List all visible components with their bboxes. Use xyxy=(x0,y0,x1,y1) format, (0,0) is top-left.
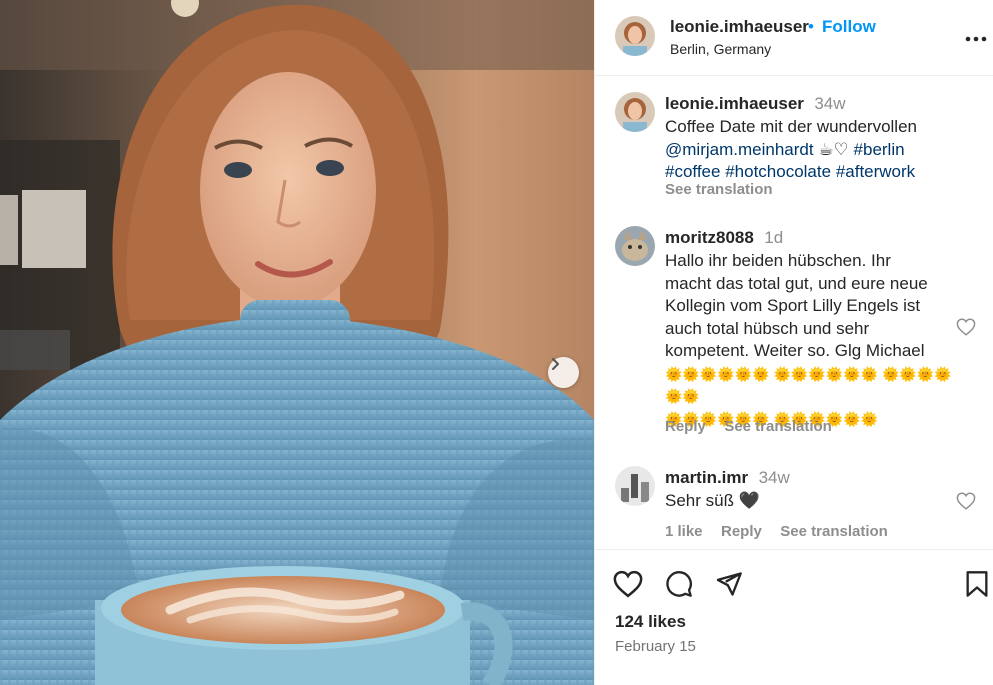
comment-line: macht das total gut, und eure neue xyxy=(665,273,928,293)
heart-icon xyxy=(613,570,643,598)
comment-icon xyxy=(666,571,692,597)
selfie-image xyxy=(0,0,594,685)
comment-like-button[interactable] xyxy=(956,318,976,341)
post-photo xyxy=(0,0,594,685)
caption-text: Coffee Date mit der wundervollen @mirjam… xyxy=(665,116,985,184)
comment-header: moritz8088 1d xyxy=(665,228,783,248)
comment-time[interactable]: 1d xyxy=(764,228,783,247)
heart-icon xyxy=(956,492,976,510)
caption-line: Coffee Date mit der wundervollen xyxy=(665,117,917,136)
comment-actions: 1 like Reply See translation xyxy=(665,523,888,541)
comments-list[interactable]: leonie.imhaeuser 34w Coffee Date mit der… xyxy=(595,77,993,549)
post-actions: 124 likes February 15 xyxy=(595,549,993,685)
avatar-image xyxy=(615,226,655,266)
comment-header: martin.imr 34w xyxy=(665,468,790,488)
see-translation-link[interactable]: See translation xyxy=(780,523,888,540)
heart-icon xyxy=(956,318,976,336)
comment-like-button[interactable] xyxy=(956,492,976,515)
comment-time[interactable]: 34w xyxy=(759,468,790,487)
post-side-panel: leonie.imhaeuser • Follow Berlin, German… xyxy=(594,0,993,685)
hashtag-link[interactable]: #hotchocolate xyxy=(725,162,831,181)
chevron-right-icon xyxy=(552,358,559,370)
post-header: leonie.imhaeuser • Follow Berlin, German… xyxy=(595,0,993,76)
comment-username[interactable]: moritz8088 xyxy=(665,228,754,247)
more-icon xyxy=(965,36,987,42)
caption-time[interactable]: 34w xyxy=(814,94,845,113)
mention-link[interactable]: @mirjam.meinhardt xyxy=(665,140,814,159)
reply-button[interactable]: Reply xyxy=(665,418,706,435)
post-location[interactable]: Berlin, Germany xyxy=(670,41,771,57)
reply-button[interactable]: Reply xyxy=(721,523,762,540)
commenter-avatar[interactable] xyxy=(615,226,655,266)
comment-line: auch total hübsch und sehr xyxy=(665,318,870,338)
comment-line: Kollegin vom Sport Lilly Engels ist xyxy=(665,296,921,315)
avatar-image xyxy=(615,466,655,506)
comment-likes-count[interactable]: 1 like xyxy=(665,523,703,540)
comment-text: Hallo ihr beiden hübschen. Ihr macht das… xyxy=(665,250,955,430)
caption-line: @mirjam.meinhardt ☕♡ #berlin xyxy=(665,139,985,162)
caption-emoji: ☕♡ xyxy=(818,139,849,159)
likes-count[interactable]: 124 likes xyxy=(615,612,686,632)
like-button[interactable] xyxy=(613,570,643,603)
separator-dot: • xyxy=(808,17,814,36)
avatar-image xyxy=(615,92,655,132)
caption-avatar[interactable] xyxy=(615,92,655,132)
post-date[interactable]: February 15 xyxy=(615,638,696,655)
share-icon xyxy=(716,572,742,596)
comment-button[interactable] xyxy=(665,570,693,603)
share-button[interactable] xyxy=(715,570,743,603)
comment-username[interactable]: martin.imr xyxy=(665,468,748,487)
comment-line: Hallo ihr beiden hübschen. Ihr xyxy=(665,251,891,270)
hashtag-link[interactable]: #berlin xyxy=(854,140,905,159)
caption-username[interactable]: leonie.imhaeuser xyxy=(665,94,804,113)
comment-text: Sehr süß 🖤 xyxy=(665,491,760,510)
next-photo-button[interactable] xyxy=(548,357,579,388)
more-options-button[interactable] xyxy=(965,22,987,48)
hashtag-link[interactable]: #coffee xyxy=(665,162,720,181)
caption-header: leonie.imhaeuser 34w xyxy=(665,94,846,114)
see-translation-link[interactable]: See translation xyxy=(724,418,832,435)
comment-actions: Reply See translation xyxy=(665,418,832,436)
follow-button[interactable]: Follow xyxy=(822,17,876,37)
save-button[interactable] xyxy=(965,570,989,603)
bookmark-icon xyxy=(966,571,988,597)
author-username[interactable]: leonie.imhaeuser xyxy=(670,17,809,37)
hashtag-link[interactable]: #afterwork xyxy=(836,162,915,181)
avatar-image xyxy=(615,16,655,56)
author-avatar[interactable] xyxy=(615,16,655,56)
comment-line: 🌞🌞🌞🌞🌞🌞 🌞🌞🌞🌞🌞🌞 🌞🌞🌞🌞🌞🌞 xyxy=(665,365,952,405)
see-translation-link[interactable]: See translation xyxy=(665,181,773,198)
comment-line: kompetent. Weiter so. Glg Michael xyxy=(665,341,925,360)
commenter-avatar[interactable] xyxy=(615,466,655,506)
